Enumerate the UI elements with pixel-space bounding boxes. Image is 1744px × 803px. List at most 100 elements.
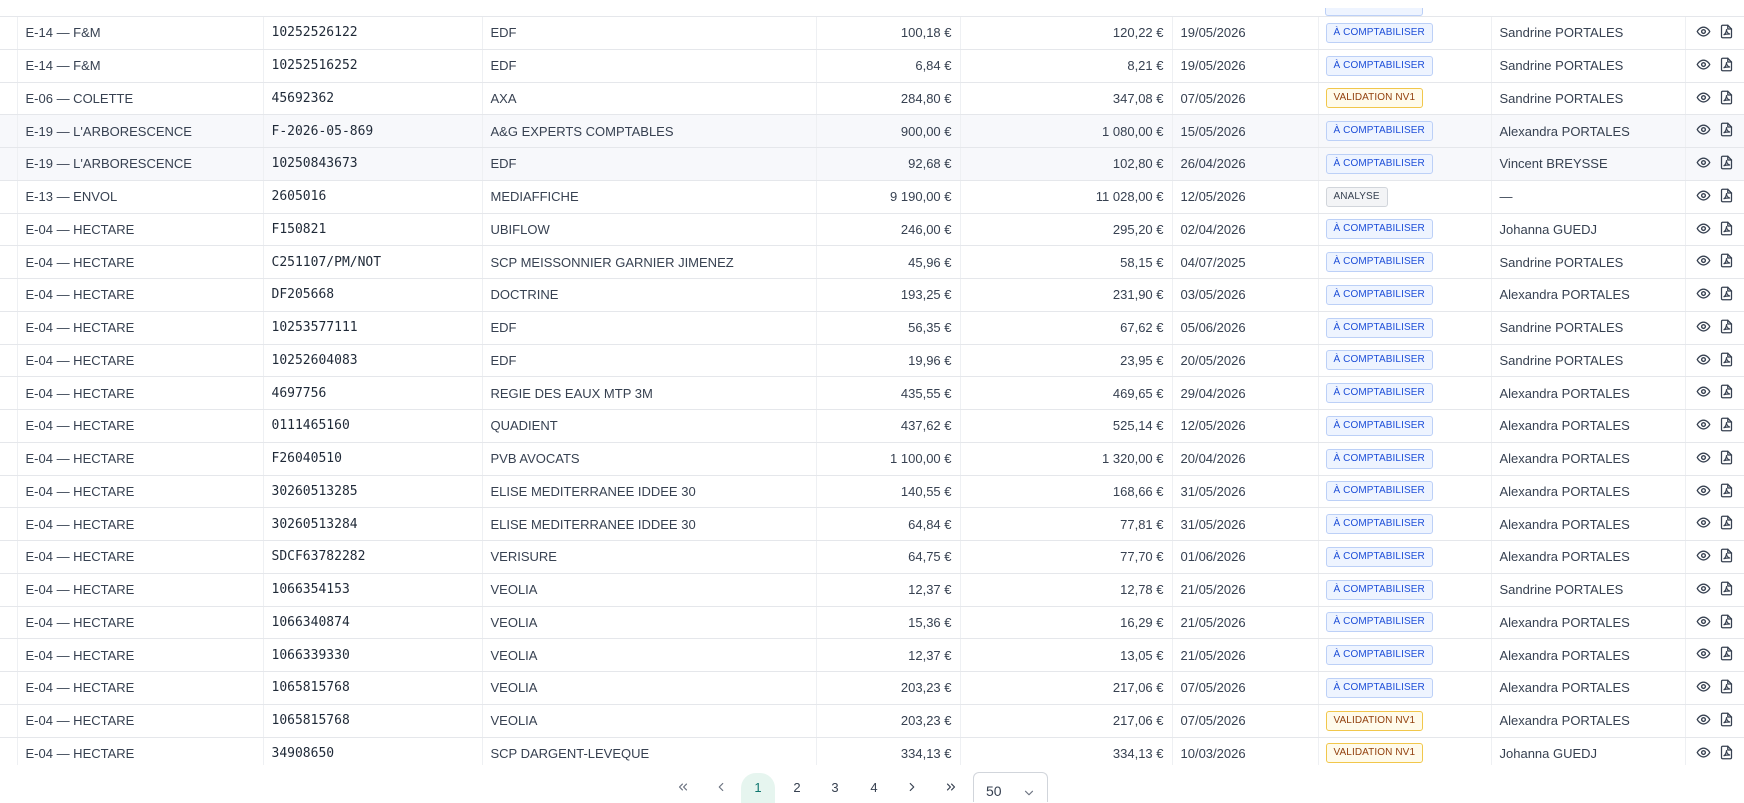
table-row[interactable]: E-04 — HECTARE F150821 UBIFLOW 246,00 € … (0, 213, 1744, 247)
next-page-button[interactable] (895, 773, 929, 803)
table-row[interactable]: E-04 — HECTARE 1066339330 VEOLIA 12,37 €… (0, 638, 1744, 672)
amount-ttc-cell: 168,66 € (960, 475, 1173, 509)
supplier-cell: VEOLIA (482, 671, 817, 705)
table-row[interactable]: E-04 — HECTARE 30260513284 ELISE MEDITER… (0, 507, 1744, 541)
row-spacer-cell (0, 82, 18, 116)
client-cell: E-04 — HECTARE (17, 409, 264, 443)
eye-icon[interactable] (1696, 155, 1712, 171)
eye-icon[interactable] (1696, 482, 1712, 498)
table-row[interactable]: E-14 — F&M 10252516252 EDF 6,84 € 8,21 €… (0, 49, 1744, 83)
pdf-file-icon[interactable] (1719, 24, 1735, 40)
table-row[interactable]: E-19 — L'ARBORESCENCE F-2026-05-869 A&G … (0, 114, 1744, 148)
pdf-file-icon[interactable] (1719, 613, 1735, 629)
pdf-file-icon[interactable] (1719, 580, 1735, 596)
page-button-3[interactable]: 3 (818, 773, 852, 803)
eye-icon[interactable] (1696, 515, 1712, 531)
actions-cell (1685, 442, 1744, 476)
eye-icon[interactable] (1696, 56, 1712, 72)
eye-icon[interactable] (1696, 89, 1712, 105)
table-row[interactable]: E-04 — HECTARE F26040510 PVB AVOCATS 1 1… (0, 442, 1744, 476)
eye-icon[interactable] (1696, 613, 1712, 629)
status-cell: À COMPTABILISER (1318, 245, 1492, 279)
pdf-file-icon[interactable] (1719, 417, 1735, 433)
table-row[interactable]: E-04 — HECTARE 1065815768 VEOLIA 203,23 … (0, 704, 1744, 738)
pdf-file-icon[interactable] (1719, 318, 1735, 334)
eye-icon[interactable] (1696, 580, 1712, 596)
pdf-file-icon[interactable] (1719, 646, 1735, 662)
pdf-file-icon[interactable] (1719, 711, 1735, 727)
status-cell: VALIDATION NV1 (1318, 704, 1492, 738)
amount-ttc-cell: 120,22 € (960, 16, 1173, 50)
pdf-file-icon[interactable] (1719, 122, 1735, 138)
page-button-4[interactable]: 4 (857, 773, 891, 803)
table-row[interactable]: E-04 — HECTARE DF205668 DOCTRINE 193,25 … (0, 278, 1744, 312)
eye-icon[interactable] (1696, 646, 1712, 662)
table-row[interactable]: E-13 — ENVOL 2605016 MEDIAFFICHE 9 190,0… (0, 180, 1744, 214)
pdf-file-icon[interactable] (1719, 89, 1735, 105)
table-row[interactable]: E-04 — HECTARE C251107/PM/NOT SCP MEISSO… (0, 245, 1744, 279)
table-row[interactable]: E-19 — L'ARBORESCENCE 10250843673 EDF 92… (0, 147, 1744, 181)
table-row[interactable]: E-04 — HECTARE 30260513285 ELISE MEDITER… (0, 475, 1744, 509)
eye-icon[interactable] (1696, 384, 1712, 400)
table-row[interactable]: E-04 — HECTARE 0111465160 QUADIENT 437,6… (0, 409, 1744, 443)
eye-icon[interactable] (1696, 351, 1712, 367)
table-row[interactable]: E-14 — F&M 10252526122 EDF 100,18 € 120,… (0, 16, 1744, 50)
pdf-file-icon[interactable] (1719, 548, 1735, 564)
page-size-value: 50 (986, 783, 1002, 799)
eye-icon[interactable] (1696, 744, 1712, 760)
eye-icon[interactable] (1696, 679, 1712, 695)
table-row[interactable]: E-04 — HECTARE 4697756 REGIE DES EAUX MT… (0, 376, 1744, 410)
eye-icon[interactable] (1696, 286, 1712, 302)
amount-ht-cell: 1 100,00 € (816, 442, 961, 476)
pdf-file-icon[interactable] (1719, 744, 1735, 760)
eye-icon[interactable] (1696, 417, 1712, 433)
amount-ht-cell: 100,18 € (816, 16, 961, 50)
table-row[interactable]: E-04 — HECTARE 1066340874 VEOLIA 15,36 €… (0, 606, 1744, 640)
eye-icon[interactable] (1696, 318, 1712, 334)
status-badge: À COMPTABILISER (1325, 284, 1433, 305)
amount-ttc-cell: 11 028,00 € (960, 180, 1173, 214)
pdf-file-icon[interactable] (1719, 384, 1735, 400)
pdf-file-icon[interactable] (1719, 56, 1735, 72)
pdf-file-icon[interactable] (1719, 155, 1735, 171)
page-button-2[interactable]: 2 (780, 773, 814, 803)
table-row[interactable]: E-04 — HECTARE 10252604083 EDF 19,96 € 2… (0, 344, 1744, 378)
last-page-button[interactable] (934, 773, 968, 803)
pdf-file-icon[interactable] (1719, 482, 1735, 498)
page-button-1[interactable]: 1 (741, 773, 775, 803)
eye-icon[interactable] (1696, 220, 1712, 236)
pdf-file-icon[interactable] (1719, 220, 1735, 236)
table-row[interactable]: E-04 — HECTARE 1066354153 VEOLIA 12,37 €… (0, 573, 1744, 607)
eye-icon[interactable] (1696, 187, 1712, 203)
pdf-file-icon[interactable] (1719, 187, 1735, 203)
amount-ttc-cell: 1 080,00 € (960, 114, 1173, 148)
table-row[interactable]: E-04 — HECTARE SDCF63782282 VERISURE 64,… (0, 540, 1744, 574)
eye-icon[interactable] (1696, 449, 1712, 465)
actions-cell (1685, 147, 1744, 181)
eye-icon[interactable] (1696, 711, 1712, 727)
pdf-file-icon[interactable] (1719, 253, 1735, 269)
pdf-file-icon[interactable] (1719, 515, 1735, 531)
pdf-file-icon[interactable] (1719, 679, 1735, 695)
pdf-file-icon[interactable] (1719, 449, 1735, 465)
row-spacer-cell (0, 475, 18, 509)
first-page-button[interactable] (666, 773, 700, 803)
page-size-select[interactable]: 50 (973, 772, 1048, 802)
eye-icon[interactable] (1696, 253, 1712, 269)
date-cell: 12/05/2026 (1172, 180, 1319, 214)
row-spacer-cell (0, 311, 18, 345)
amount-ht-cell: 56,35 € (816, 311, 961, 345)
table-row[interactable]: E-04 — HECTARE 1065815768 VEOLIA 203,23 … (0, 671, 1744, 705)
table-row[interactable]: E-04 — HECTARE 34908650 SCP DARGENT-LEVE… (0, 737, 1744, 765)
amount-ht-cell: 45,96 € (816, 245, 961, 279)
amount-ttc-cell: 23,95 € (960, 344, 1173, 378)
eye-icon[interactable] (1696, 122, 1712, 138)
eye-icon[interactable] (1696, 24, 1712, 40)
table-row[interactable]: E-04 — HECTARE 10253577111 EDF 56,35 € 6… (0, 311, 1744, 345)
status-badge: À COMPTABILISER (1325, 612, 1433, 633)
table-row[interactable]: E-06 — COLETTE 45692362 AXA 284,80 € 347… (0, 82, 1744, 116)
prev-page-button[interactable] (704, 773, 738, 803)
pdf-file-icon[interactable] (1719, 286, 1735, 302)
pdf-file-icon[interactable] (1719, 351, 1735, 367)
eye-icon[interactable] (1696, 548, 1712, 564)
